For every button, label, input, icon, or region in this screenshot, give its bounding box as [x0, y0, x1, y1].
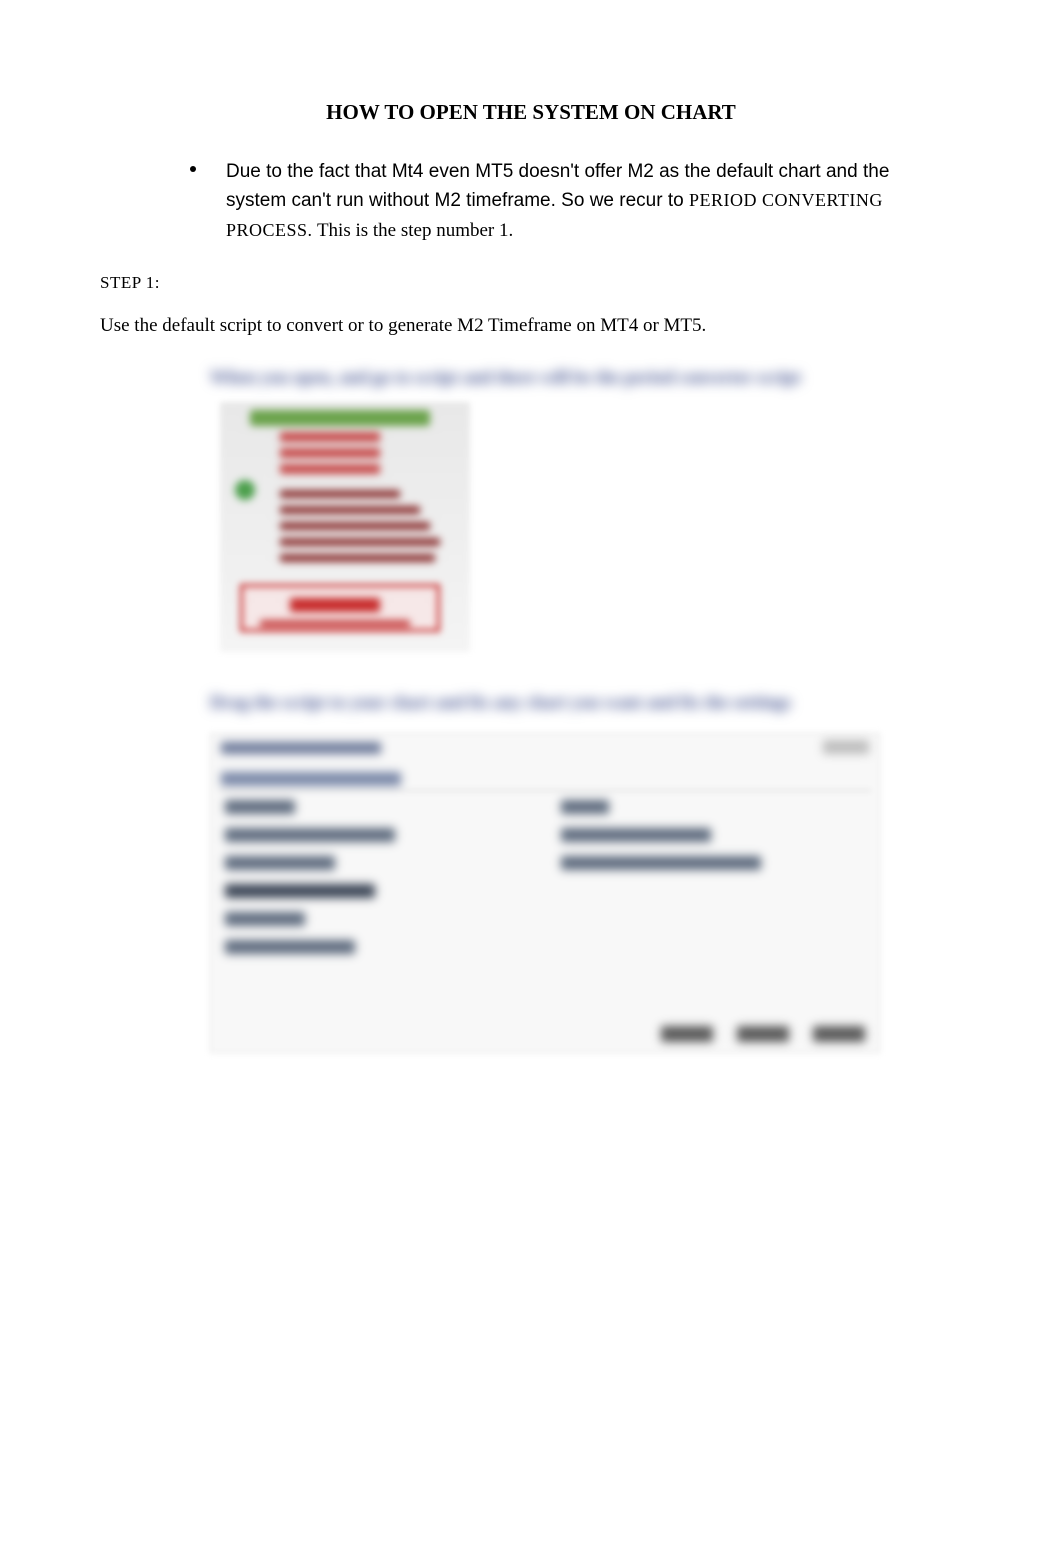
page-title: HOW TO OPEN THE SYSTEM ON CHART	[100, 100, 962, 125]
bullet-part2: This is the step number 1.	[313, 220, 514, 241]
dialog-screenshot-placeholder	[210, 733, 880, 1053]
step-1-label: STEP 1:	[100, 273, 962, 293]
bullet-text: Due to the fact that Mt4 even MT5 doesn'…	[226, 157, 952, 245]
blurred-content-zone: When you open, and go to script and ther…	[210, 367, 962, 1053]
blurred-caption-1: When you open, and go to script and ther…	[210, 367, 962, 388]
navigator-screenshot-placeholder	[220, 402, 470, 652]
blurred-caption-2: Drag the script to your chart and fix an…	[210, 692, 962, 713]
bullet-dot-icon	[190, 166, 196, 172]
bullet-item: Due to the fact that Mt4 even MT5 doesn'…	[190, 157, 952, 245]
step-1-body: Use the default script to convert or to …	[100, 315, 962, 337]
